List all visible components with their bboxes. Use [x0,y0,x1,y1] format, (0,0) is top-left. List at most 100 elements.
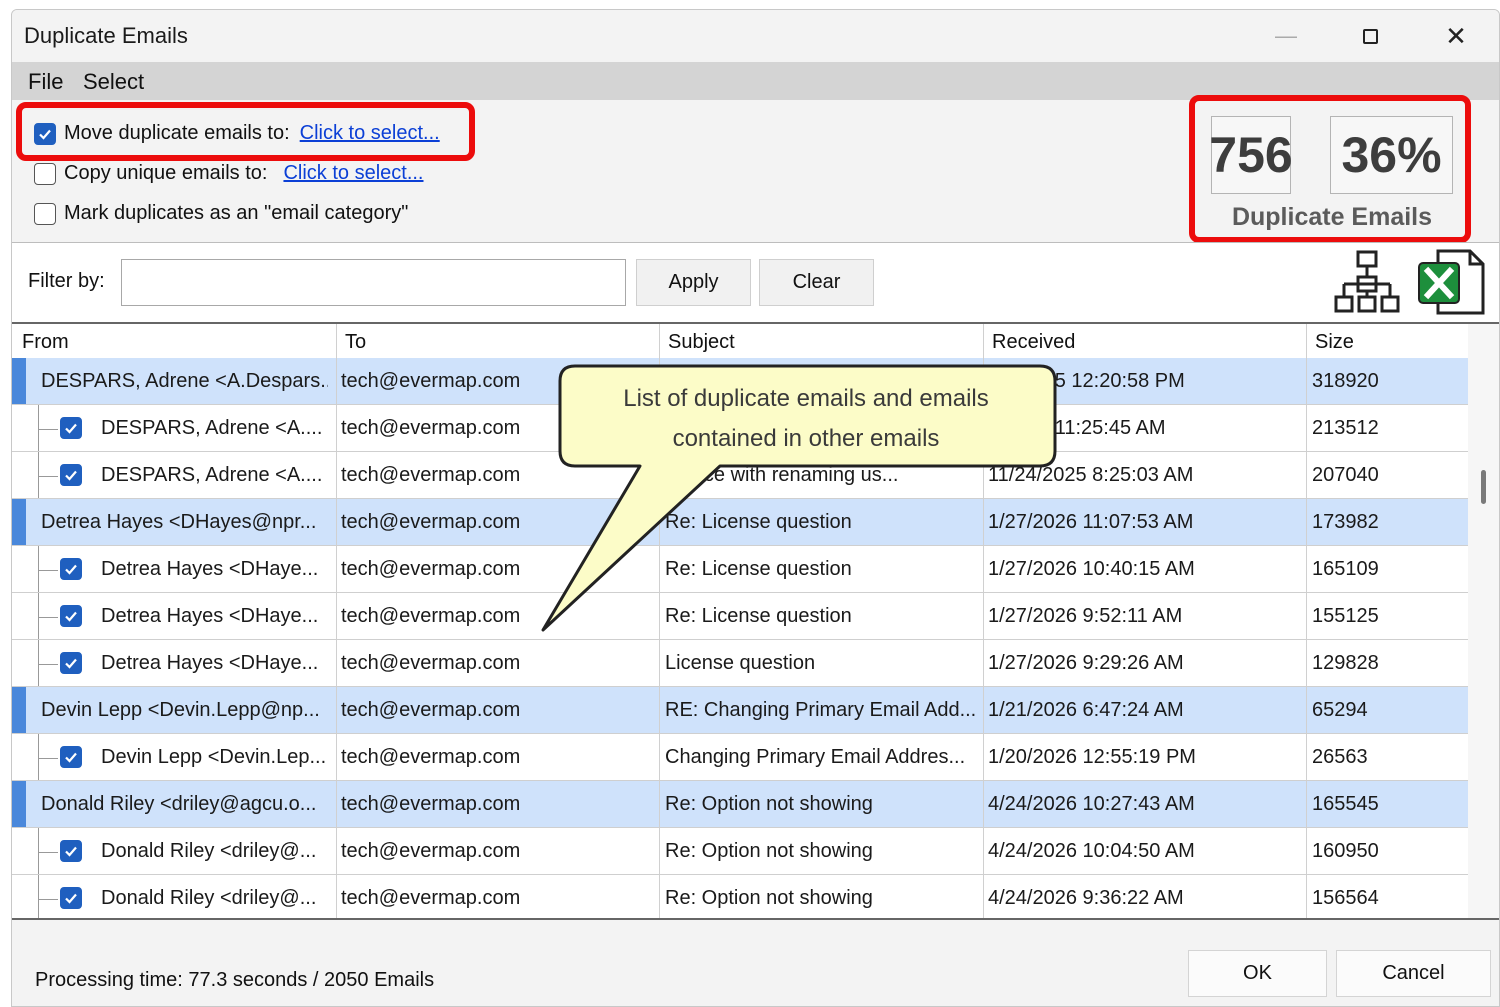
cell-from: Detrea Hayes <DHaye... [101,605,319,627]
ok-button[interactable]: OK [1188,950,1327,997]
column-divider [336,405,337,451]
column-divider [336,781,337,827]
tree-line [38,452,39,498]
clear-button[interactable]: Clear [759,259,874,306]
tree-line [38,828,39,874]
cell-size: 160950 [1312,840,1379,862]
column-header-subject[interactable]: Subject [668,331,735,354]
cell-received: 4/24/2026 10:04:50 AM [988,840,1195,862]
cell-from: Donald Riley <driley@agcu.o... [41,793,317,815]
column-divider [1306,640,1307,686]
column-header-size[interactable]: Size [1315,331,1354,354]
cell-from: Donald Riley <driley@... [101,840,317,862]
tree-line [38,546,39,592]
column-divider [336,546,337,592]
copy-unique-checkbox[interactable] [34,162,56,185]
menu-file[interactable]: File [28,69,63,95]
column-divider [1306,875,1307,918]
tree-line [38,875,39,918]
checkmark-icon [65,470,77,481]
copy-unique-link[interactable]: Click to select... [283,162,423,185]
row-checkbox[interactable] [60,605,82,627]
callout-line-1: List of duplicate emails and emails [623,385,989,412]
copy-unique-label: Copy unique emails to: [64,162,268,184]
column-divider [1306,593,1307,639]
grid-header: From To Subject Received Size [12,324,1468,358]
maximize-icon [1362,28,1378,44]
header-divider [1306,324,1307,358]
column-divider [336,452,337,498]
column-divider [659,875,660,918]
filter-input[interactable] [121,259,626,306]
duplicate-row[interactable]: Devin Lepp <Devin.Lep... tech@evermap.com… [12,734,1468,781]
callout-line-2: contained in other emails [672,425,940,452]
cancel-button[interactable]: Cancel [1336,950,1491,997]
close-button[interactable]: ✕ [1436,20,1476,52]
column-divider [1306,405,1307,451]
column-divider [983,875,984,918]
group-row[interactable]: Devin Lepp <Devin.Lepp@np... tech@evermap… [12,687,1468,734]
cell-size: 165545 [1312,793,1379,815]
column-divider [336,734,337,780]
duplicate-row[interactable]: Donald Riley <driley@... tech@evermap.com… [12,875,1468,918]
cell-from: DESPARS, Adrene <A.... [101,464,323,486]
row-checkbox[interactable] [60,417,82,439]
row-checkbox[interactable] [60,464,82,486]
column-divider [983,687,984,733]
checkmark-icon [65,564,77,575]
maximize-button[interactable] [1350,20,1390,52]
cell-received: 4/24/2026 9:36:22 AM [988,887,1184,909]
column-divider [659,781,660,827]
column-header-received[interactable]: Received [992,331,1075,354]
group-marker [12,781,26,827]
column-divider [659,828,660,874]
checkmark-icon [65,752,77,763]
cell-size: 318920 [1312,370,1379,392]
cell-from: Detrea Hayes <DHayes@npr... [41,511,317,533]
apply-button[interactable]: Apply [636,259,751,306]
highlight-box-move-option [16,102,475,161]
cell-from: DESPARS, Adrene <A.Despars... [41,370,328,392]
cell-from: Donald Riley <driley@... [101,887,317,909]
callout-text: List of duplicate emails and emails cont… [570,379,1042,459]
cell-from: Detrea Hayes <DHaye... [101,652,319,674]
tree-line [38,617,58,618]
menu-select[interactable]: Select [83,69,144,95]
scrollbar-thumb[interactable] [1481,470,1486,504]
duplicate-row[interactable]: Donald Riley <driley@... tech@evermap.com… [12,828,1468,875]
mark-category-label: Mark duplicates as an "email category" [64,202,409,224]
group-row[interactable]: Donald Riley <driley@agcu.o... tech@everm… [12,781,1468,828]
mark-category-checkbox[interactable] [34,202,56,225]
cell-received: 1/20/2026 12:55:19 PM [988,746,1196,768]
cell-subject: RE: Changing Primary Email Add... [665,699,977,721]
column-divider [983,828,984,874]
row-checkbox[interactable] [60,652,82,674]
minimize-button[interactable]: — [1266,20,1306,52]
cell-size: 129828 [1312,652,1379,674]
tree-line [38,570,58,571]
cell-subject: Changing Primary Email Addres... [665,746,966,768]
hierarchy-icon[interactable] [1334,249,1400,315]
column-header-from[interactable]: From [22,331,69,354]
mark-category-option: Mark duplicates as an "email category" [34,202,408,225]
vertical-scrollbar[interactable] [1468,324,1499,918]
cell-to: tech@evermap.com [341,652,521,674]
column-divider [336,593,337,639]
group-marker [12,499,26,545]
processing-status: Processing time: 77.3 seconds / 2050 Ema… [35,969,435,991]
row-checkbox[interactable] [60,840,82,862]
column-divider [1306,499,1307,545]
row-checkbox[interactable] [60,746,82,768]
column-divider [336,687,337,733]
tree-line [38,664,58,665]
tree-line [38,758,58,759]
cell-size: 165109 [1312,558,1379,580]
cell-subject: Re: Option not showing [665,793,873,815]
row-checkbox[interactable] [60,558,82,580]
column-header-to[interactable]: To [345,331,366,354]
filter-bar: Filter by: Apply Clear [12,242,1499,322]
title-bar: Duplicate Emails — ✕ [12,10,1499,62]
cell-from: DESPARS, Adrene <A.... [101,417,323,439]
row-checkbox[interactable] [60,887,82,909]
excel-icon[interactable] [1416,247,1486,317]
